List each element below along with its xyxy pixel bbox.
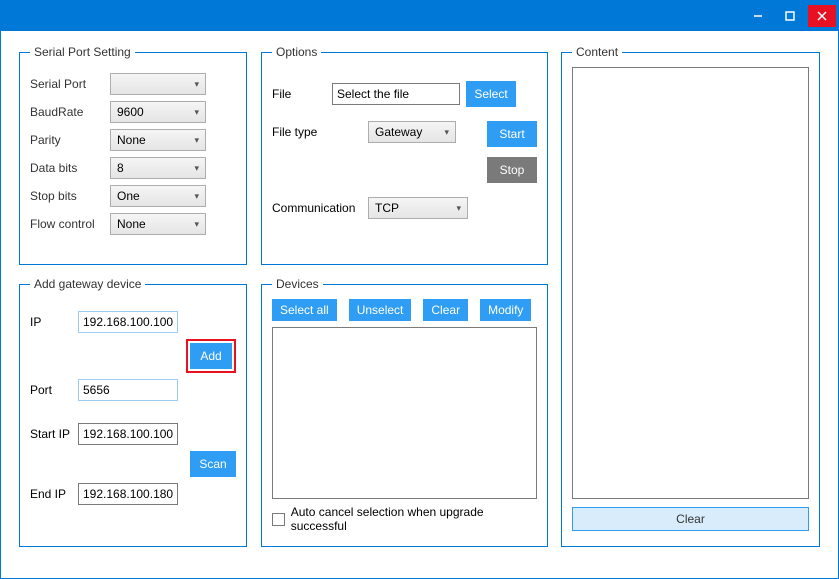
stopbits-label: Stop bits xyxy=(30,189,110,203)
maximize-icon xyxy=(784,10,796,22)
minimize-icon xyxy=(752,10,764,22)
chevron-down-icon: ▾ xyxy=(194,163,199,174)
content-box[interactable] xyxy=(572,67,809,499)
startip-label: Start IP xyxy=(30,427,78,441)
devices-clear-button[interactable]: Clear xyxy=(423,299,468,321)
ip-label: IP xyxy=(30,315,78,329)
options-group: Options File Select File type Gateway▾ S… xyxy=(261,45,548,265)
maximize-button[interactable] xyxy=(776,5,804,27)
scan-button[interactable]: Scan xyxy=(190,451,236,477)
serial-port-combo[interactable]: ▾ xyxy=(110,73,206,95)
devices-legend: Devices xyxy=(272,277,323,291)
serial-legend: Serial Port Setting xyxy=(30,45,135,59)
flowcontrol-combo[interactable]: None▾ xyxy=(110,213,206,235)
chevron-down-icon: ▾ xyxy=(194,219,199,230)
port-input[interactable] xyxy=(78,379,178,401)
chevron-down-icon: ▾ xyxy=(194,191,199,202)
unselect-button[interactable]: Unselect xyxy=(349,299,412,321)
ip-input[interactable] xyxy=(78,311,178,333)
communication-label: Communication xyxy=(272,201,368,215)
content-group: Content Clear xyxy=(561,45,820,547)
parity-combo[interactable]: None▾ xyxy=(110,129,206,151)
options-legend: Options xyxy=(272,45,321,59)
databits-label: Data bits xyxy=(30,161,110,175)
chevron-down-icon: ▾ xyxy=(194,135,199,146)
titlebar xyxy=(1,1,838,31)
startip-input[interactable] xyxy=(78,423,178,445)
stopbits-combo[interactable]: One▾ xyxy=(110,185,206,207)
auto-cancel-label: Auto cancel selection when upgrade succe… xyxy=(291,505,537,533)
add-button-highlight: Add xyxy=(186,339,236,373)
chevron-down-icon: ▾ xyxy=(194,79,199,90)
endip-label: End IP xyxy=(30,487,78,501)
baudrate-label: BaudRate xyxy=(30,105,110,119)
endip-input[interactable] xyxy=(78,483,178,505)
port-label: Port xyxy=(30,383,78,397)
databits-combo[interactable]: 8▾ xyxy=(110,157,206,179)
file-input[interactable] xyxy=(332,83,460,105)
select-all-button[interactable]: Select all xyxy=(272,299,337,321)
filetype-combo[interactable]: Gateway▾ xyxy=(368,121,456,143)
select-button[interactable]: Select xyxy=(466,81,516,107)
close-icon xyxy=(816,10,828,22)
flowcontrol-label: Flow control xyxy=(30,217,110,231)
chevron-down-icon: ▾ xyxy=(444,127,449,138)
content-clear-button[interactable]: Clear xyxy=(572,507,809,531)
content-legend: Content xyxy=(572,45,622,59)
addgw-legend: Add gateway device xyxy=(30,277,145,291)
app-window: Serial Port Setting Serial Port ▾ BaudRa… xyxy=(0,0,839,579)
parity-label: Parity xyxy=(30,133,110,147)
devices-group: Devices Select all Unselect Clear Modify… xyxy=(261,277,548,547)
modify-button[interactable]: Modify xyxy=(480,299,531,321)
baudrate-combo[interactable]: 9600▾ xyxy=(110,101,206,123)
close-button[interactable] xyxy=(808,5,836,27)
add-button[interactable]: Add xyxy=(190,343,232,369)
start-button[interactable]: Start xyxy=(487,121,537,147)
auto-cancel-checkbox[interactable] xyxy=(272,513,285,526)
add-gateway-device-group: Add gateway device IP Add Port Start IP … xyxy=(19,277,247,547)
chevron-down-icon: ▾ xyxy=(194,107,199,118)
devices-list[interactable] xyxy=(272,327,537,499)
serial-port-setting-group: Serial Port Setting Serial Port ▾ BaudRa… xyxy=(19,45,247,265)
stop-button[interactable]: Stop xyxy=(487,157,537,183)
minimize-button[interactable] xyxy=(744,5,772,27)
file-label: File xyxy=(272,87,332,101)
chevron-down-icon: ▾ xyxy=(456,203,461,214)
serial-port-label: Serial Port xyxy=(30,77,110,91)
communication-combo[interactable]: TCP▾ xyxy=(368,197,468,219)
filetype-label: File type xyxy=(272,121,368,139)
